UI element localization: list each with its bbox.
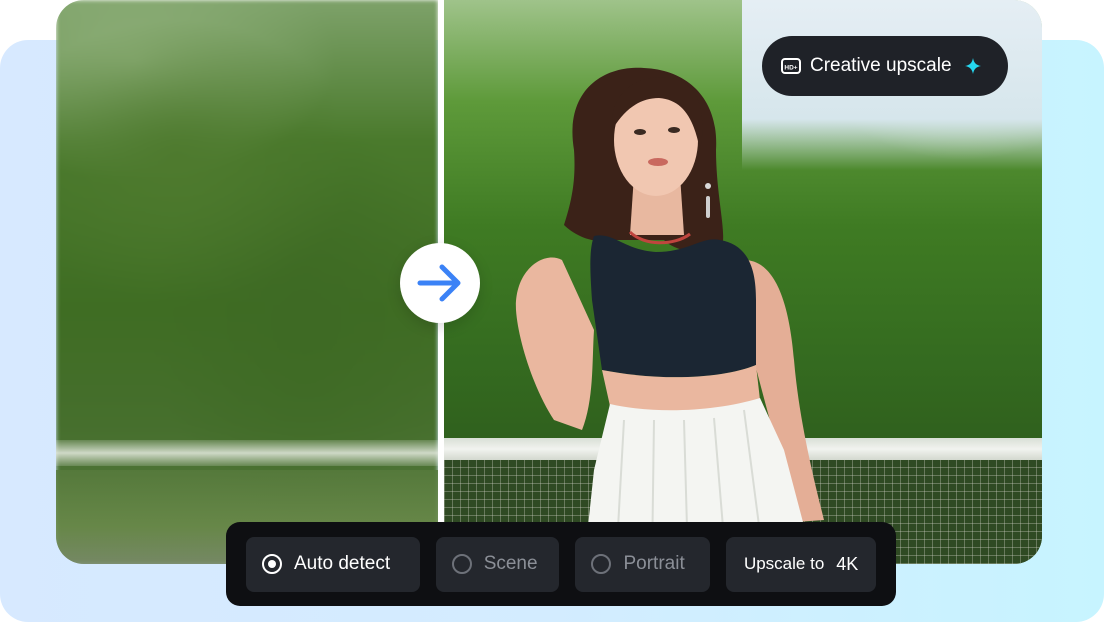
svg-text:HD+: HD+ xyxy=(784,65,797,72)
option-auto-detect[interactable]: Auto detect xyxy=(246,536,420,592)
upscale-resolution-value: 4K xyxy=(836,553,859,574)
before-fence-rail xyxy=(56,440,438,466)
upscale-resolution-button[interactable]: Upscale to 4K xyxy=(726,536,876,592)
upscale-toolbar: Auto detect Scene Portrait Upscale to 4K xyxy=(226,522,896,606)
creative-upscale-badge[interactable]: HD+ Creative upscale xyxy=(762,36,1008,96)
option-label: Scene xyxy=(483,553,538,574)
upscale-label: Upscale to xyxy=(743,554,825,573)
radio-unselected-icon xyxy=(451,554,472,574)
option-label: Auto detect xyxy=(294,553,391,574)
compare-arrow-button[interactable] xyxy=(400,243,480,323)
sparkle-icon xyxy=(964,57,982,75)
radio-selected-icon xyxy=(262,554,282,574)
option-label: Portrait xyxy=(623,553,685,574)
radio-unselected-icon xyxy=(591,554,612,574)
creative-upscale-label: Creative upscale xyxy=(810,55,952,76)
option-scene[interactable]: Scene xyxy=(435,536,560,592)
hd-plus-icon: HD+ xyxy=(780,56,802,76)
option-portrait[interactable]: Portrait xyxy=(575,536,711,592)
arrow-right-icon xyxy=(417,264,461,302)
